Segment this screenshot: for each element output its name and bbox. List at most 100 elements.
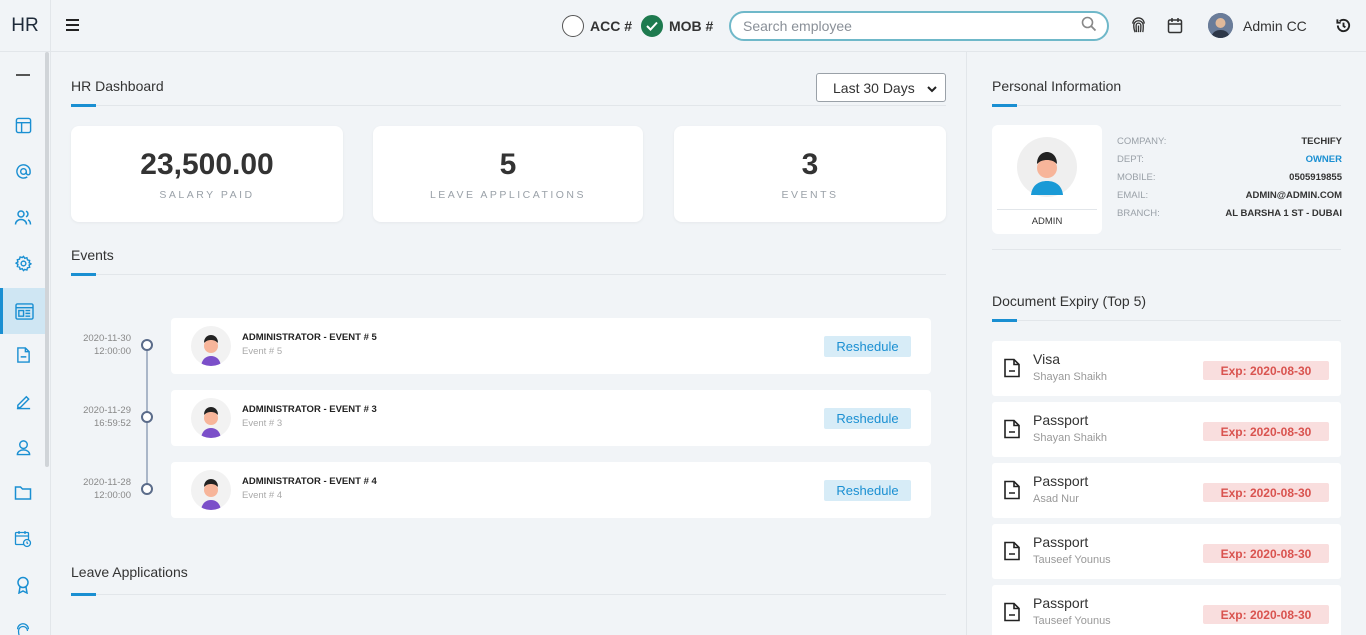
- stat-card-events: 3 EVENTS: [674, 126, 946, 222]
- doc-item[interactable]: Visa Shayan Shaikh Exp: 2020-08-30: [992, 341, 1341, 396]
- search-box: [729, 11, 1109, 41]
- event-card: ADMINISTRATOR - EVENT # 3 Event # 3 Resh…: [171, 390, 931, 446]
- info-row: MOBILE: 0505919855: [1117, 172, 1342, 183]
- menu-toggle-icon[interactable]: [66, 19, 79, 31]
- events-title: Events: [71, 247, 114, 263]
- title-accent: [71, 104, 96, 107]
- date-range-value: Last 30 Days: [833, 79, 915, 96]
- dashboard-icon[interactable]: [0, 288, 46, 334]
- stat-value: 3: [801, 148, 819, 181]
- document-icon[interactable]: [0, 332, 46, 378]
- sidebar-logo-icon[interactable]: [0, 52, 46, 98]
- doc-item[interactable]: Passport Shayan Shaikh Exp: 2020-08-30: [992, 402, 1341, 457]
- divider: [992, 105, 1341, 106]
- info-row: BRANCH: AL BARSHA 1 ST - DUBAI: [1117, 208, 1342, 219]
- title-accent: [992, 319, 1017, 322]
- reschedule-button[interactable]: Reshedule: [824, 336, 911, 357]
- stat-value: 23,500.00: [140, 148, 274, 181]
- doc-item[interactable]: Passport Tauseef Younus Exp: 2020-08-30: [992, 524, 1341, 579]
- file-icon: [1003, 602, 1021, 622]
- reschedule-button[interactable]: Reshedule: [824, 408, 911, 429]
- mob-toggle[interactable]: MOB #: [641, 15, 713, 37]
- title-accent: [71, 273, 96, 276]
- event-title: ADMINISTRATOR - EVENT # 4: [242, 476, 377, 487]
- acc-radio[interactable]: [562, 15, 584, 37]
- sidebar-scrollbar[interactable]: [45, 52, 49, 467]
- mob-label: MOB #: [669, 18, 714, 34]
- title-accent: [71, 593, 96, 596]
- event-date: 2020-11-30 12:00:00: [83, 333, 131, 357]
- at-sign-icon[interactable]: [0, 148, 46, 194]
- users-icon[interactable]: [0, 194, 46, 240]
- layout-icon[interactable]: [0, 102, 46, 148]
- top-bar: HR ACC # MOB # Admin CC: [0, 0, 1366, 52]
- brand-logo[interactable]: HR: [0, 0, 51, 52]
- award-icon[interactable]: [0, 562, 46, 608]
- sidebar: [0, 52, 51, 635]
- event-card: ADMINISTRATOR - EVENT # 4 Event # 4 Resh…: [171, 462, 931, 518]
- acc-label: ACC #: [590, 18, 633, 34]
- file-icon: [1003, 419, 1021, 439]
- timeline-dot: [141, 339, 153, 351]
- search-input[interactable]: [743, 18, 1081, 34]
- doc-person: Tauseef Younus: [1033, 615, 1111, 627]
- stat-value: 5: [499, 148, 517, 181]
- stat-card-leave: 5 LEAVE APPLICATIONS: [373, 126, 643, 222]
- doc-item[interactable]: Passport Asad Nur Exp: 2020-08-30: [992, 463, 1341, 518]
- fingerprint-icon[interactable]: [1128, 15, 1148, 35]
- event-date: 2020-11-29 16:59:52: [83, 405, 131, 429]
- event-subtitle: Event # 5: [242, 346, 283, 357]
- doc-item[interactable]: Passport Tauseef Younus Exp: 2020-08-30: [992, 585, 1341, 635]
- avatar: [1208, 13, 1233, 38]
- timeline-dot: [141, 483, 153, 495]
- event-avatar: [191, 326, 231, 366]
- search-icon[interactable]: [1081, 16, 1097, 37]
- doc-person: Shayan Shaikh: [1033, 432, 1107, 444]
- info-row: COMPANY: TECHIFY: [1117, 136, 1342, 147]
- settings-icon[interactable]: [0, 240, 46, 286]
- file-icon: [1003, 541, 1021, 561]
- divider: [71, 274, 946, 275]
- right-panel: Personal Information ADMIN COMPANY: TECHI…: [966, 52, 1366, 635]
- profile-card: ADMIN: [992, 125, 1102, 234]
- edit-icon[interactable]: [0, 378, 46, 424]
- chevron-down-icon: [927, 80, 937, 96]
- event-card: ADMINISTRATOR - EVENT # 5 Event # 5 Resh…: [171, 318, 931, 374]
- event-title: ADMINISTRATOR - EVENT # 3: [242, 404, 377, 415]
- file-icon: [1003, 358, 1021, 378]
- file-icon: [1003, 480, 1021, 500]
- event-date: 2020-11-28 12:00:00: [83, 477, 131, 501]
- personal-info-title: Personal Information: [992, 78, 1122, 94]
- divider: [992, 249, 1341, 250]
- event-subtitle: Event # 3: [242, 418, 283, 429]
- stat-label: EVENTS: [781, 189, 839, 201]
- calendar-icon[interactable]: [1165, 15, 1185, 35]
- user-badge-icon[interactable]: [0, 424, 46, 470]
- expiry-badge: Exp: 2020-08-30: [1203, 605, 1329, 624]
- mob-radio[interactable]: [641, 15, 663, 37]
- fingerprint-nav-icon[interactable]: [0, 608, 46, 635]
- doc-name: Passport: [1033, 473, 1089, 489]
- stat-label: SALARY PAID: [159, 189, 255, 201]
- expiry-badge: Exp: 2020-08-30: [1203, 544, 1329, 563]
- info-row: EMAIL: ADMIN@ADMIN.COM: [1117, 190, 1342, 201]
- doc-name: Passport: [1033, 534, 1089, 550]
- reschedule-button[interactable]: Reshedule: [824, 480, 911, 501]
- calendar-clock-icon[interactable]: [0, 516, 46, 562]
- doc-name: Passport: [1033, 595, 1089, 611]
- doc-person: Tauseef Younus: [1033, 554, 1111, 566]
- title-accent: [992, 104, 1017, 107]
- history-icon[interactable]: [1333, 15, 1353, 35]
- expiry-badge: Exp: 2020-08-30: [1203, 361, 1329, 380]
- date-range-select[interactable]: Last 30 Days: [816, 73, 946, 102]
- divider: [71, 105, 946, 106]
- expiry-badge: Exp: 2020-08-30: [1203, 483, 1329, 502]
- stat-card-salary: 23,500.00 SALARY PAID: [71, 126, 343, 222]
- main-content: HR Dashboard Last 30 Days 23,500.00 SALA…: [51, 52, 966, 635]
- folder-icon[interactable]: [0, 470, 46, 516]
- user-name: Admin CC: [1243, 17, 1307, 34]
- leave-title: Leave Applications: [71, 564, 188, 580]
- profile-name: ADMIN: [1031, 216, 1063, 227]
- user-menu[interactable]: Admin CC: [1208, 13, 1307, 38]
- acc-toggle[interactable]: ACC #: [562, 15, 632, 37]
